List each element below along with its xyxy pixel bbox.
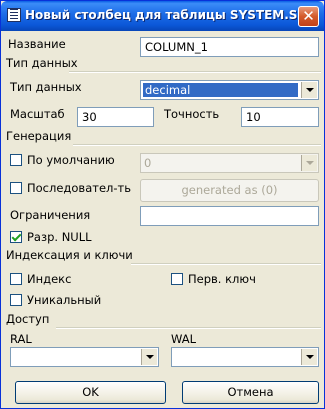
primary-key-label: Перв. ключ xyxy=(188,272,256,286)
window-title: Новый столбец для таблицы SYSTEM.SE... xyxy=(25,8,297,22)
data-type-value: decimal xyxy=(143,83,298,97)
chevron-down-icon xyxy=(301,155,317,171)
access-group-title: Доступ xyxy=(6,312,50,326)
data-type-group-title: Тип данных xyxy=(6,56,78,70)
default-checkbox[interactable] xyxy=(10,154,22,166)
default-value: 0 xyxy=(144,156,152,170)
chevron-down-icon[interactable] xyxy=(141,349,157,365)
scale-input[interactable]: 30 xyxy=(77,107,154,127)
ral-select[interactable] xyxy=(10,347,159,367)
title-bar[interactable]: Новый столбец для таблицы SYSTEM.SE... ✕ xyxy=(1,1,324,31)
dialog-window: Новый столбец для таблицы SYSTEM.SE... ✕… xyxy=(0,0,325,409)
constraints-label: Ограничения xyxy=(10,208,91,222)
cancel-button[interactable]: Отмена xyxy=(182,381,319,404)
primary-key-checkbox[interactable] xyxy=(171,273,183,285)
generation-group-title: Генерация xyxy=(6,129,72,143)
name-label: Название xyxy=(8,37,66,51)
ok-button[interactable]: OK xyxy=(15,381,166,404)
access-group-line xyxy=(56,327,321,329)
unique-label: Уникальный xyxy=(27,293,102,307)
chevron-down-icon[interactable] xyxy=(301,82,317,98)
allow-null-checkbox[interactable] xyxy=(10,231,22,243)
name-input[interactable]: COLUMN_1 xyxy=(140,37,319,57)
table-icon xyxy=(7,8,21,22)
data-type-select[interactable]: decimal xyxy=(140,80,319,100)
default-value-select: 0 xyxy=(140,153,319,173)
index-group-line xyxy=(131,263,321,265)
constraints-input[interactable] xyxy=(140,206,319,226)
generated-as-button: generated as (0) xyxy=(140,179,319,202)
ral-label: RAL xyxy=(10,332,32,346)
sequence-checkbox[interactable] xyxy=(10,182,22,194)
data-type-label: Тип данных xyxy=(10,80,82,94)
precision-input[interactable]: 10 xyxy=(241,107,319,127)
wal-select[interactable] xyxy=(171,347,319,367)
generation-group-line xyxy=(73,144,321,146)
index-checkbox[interactable] xyxy=(10,273,22,285)
close-button[interactable]: ✕ xyxy=(298,6,319,27)
precision-label: Точность xyxy=(164,107,220,121)
allow-null-label: Разр. NULL xyxy=(27,230,92,244)
data-type-group-line xyxy=(69,71,321,73)
index-group-title: Индексация и ключи xyxy=(6,248,133,262)
chevron-down-icon[interactable] xyxy=(301,349,317,365)
unique-checkbox[interactable] xyxy=(10,294,22,306)
sequence-label: Последовател-ть xyxy=(27,181,131,195)
scale-label: Масштаб xyxy=(10,107,65,121)
default-label: По умолчанию xyxy=(27,153,115,167)
wal-label: WAL xyxy=(171,332,197,346)
index-label: Индекс xyxy=(27,272,72,286)
